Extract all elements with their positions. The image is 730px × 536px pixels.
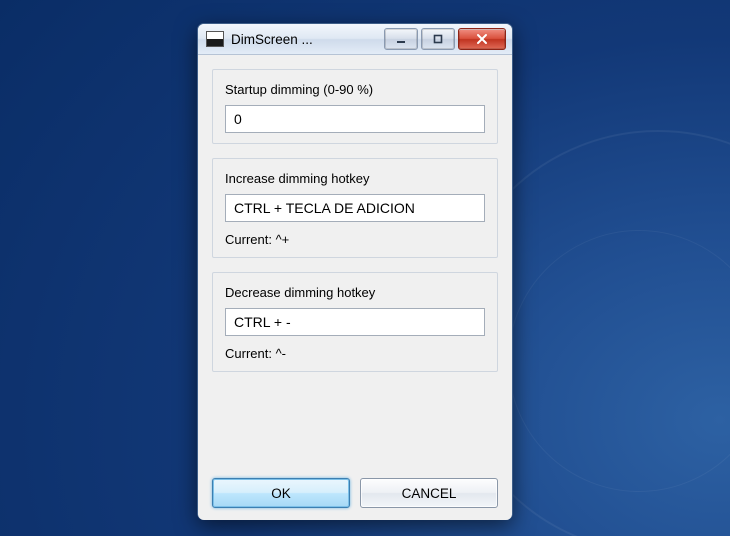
dialog-client-area: Startup dimming (0-90 %) Increase dimmin… (198, 55, 512, 520)
dialog-button-row: OK CANCEL (212, 478, 498, 508)
desktop-background: DimScreen ... (0, 0, 730, 536)
cancel-button[interactable]: CANCEL (360, 478, 498, 508)
increase-hotkey-input[interactable] (225, 194, 485, 222)
current-value: ^+ (276, 232, 290, 247)
current-prefix: Current: (225, 346, 276, 361)
decrease-hotkey-input[interactable] (225, 308, 485, 336)
decrease-hotkey-current: Current: ^- (225, 346, 485, 361)
app-icon (206, 31, 224, 47)
minimize-button[interactable] (384, 28, 418, 50)
window-title: DimScreen ... (231, 32, 384, 47)
maximize-button[interactable] (421, 28, 455, 50)
window-controls (384, 28, 506, 50)
current-prefix: Current: (225, 232, 276, 247)
startup-dimming-label: Startup dimming (0-90 %) (225, 82, 485, 97)
increase-hotkey-group: Increase dimming hotkey Current: ^+ (212, 158, 498, 258)
minimize-icon (395, 33, 407, 45)
close-button[interactable] (458, 28, 506, 50)
ok-button[interactable]: OK (212, 478, 350, 508)
increase-hotkey-label: Increase dimming hotkey (225, 171, 485, 186)
maximize-icon (432, 33, 444, 45)
titlebar[interactable]: DimScreen ... (198, 24, 512, 55)
dialog-window: DimScreen ... (197, 23, 513, 520)
increase-hotkey-current: Current: ^+ (225, 232, 485, 247)
current-value: ^- (276, 346, 286, 361)
startup-dimming-input[interactable] (225, 105, 485, 133)
close-icon (475, 33, 489, 45)
startup-dimming-group: Startup dimming (0-90 %) (212, 69, 498, 144)
decrease-hotkey-label: Decrease dimming hotkey (225, 285, 485, 300)
decrease-hotkey-group: Decrease dimming hotkey Current: ^- (212, 272, 498, 372)
